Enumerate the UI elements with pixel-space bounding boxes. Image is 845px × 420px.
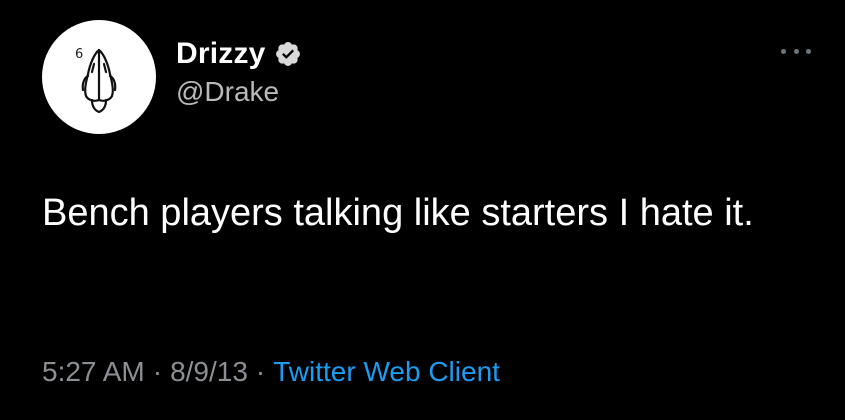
more-dot [806, 48, 811, 54]
tweet-time[interactable]: 5:27 AM [42, 356, 145, 387]
praying-hands-icon: 6 [75, 47, 117, 114]
avatar-digit: 6 [75, 47, 83, 62]
more-dot [781, 48, 786, 54]
verified-badge-icon [275, 42, 300, 66]
meta-separator: · [152, 356, 163, 387]
tweet-client-link[interactable]: Twitter Web Client [273, 356, 500, 387]
tweet-date[interactable]: 8/9/13 [170, 356, 248, 387]
name-row: Drizzy [176, 36, 302, 72]
more-options-icon[interactable] [781, 44, 811, 58]
avatar[interactable]: 6 [42, 20, 156, 134]
tweet-header: Drizzy @Drake [176, 36, 302, 108]
tweet-card: 6 Drizzy @Drake Bench players talking li… [0, 0, 845, 420]
tweet-meta: 5:27 AM · 8/9/13 · Twitter Web Client [42, 356, 500, 388]
tweet-text: Bench players talking like starters I ha… [42, 192, 754, 234]
more-dot [793, 48, 799, 54]
handle[interactable]: @Drake [176, 76, 302, 108]
meta-separator: · [255, 356, 266, 387]
display-name[interactable]: Drizzy [176, 37, 266, 71]
